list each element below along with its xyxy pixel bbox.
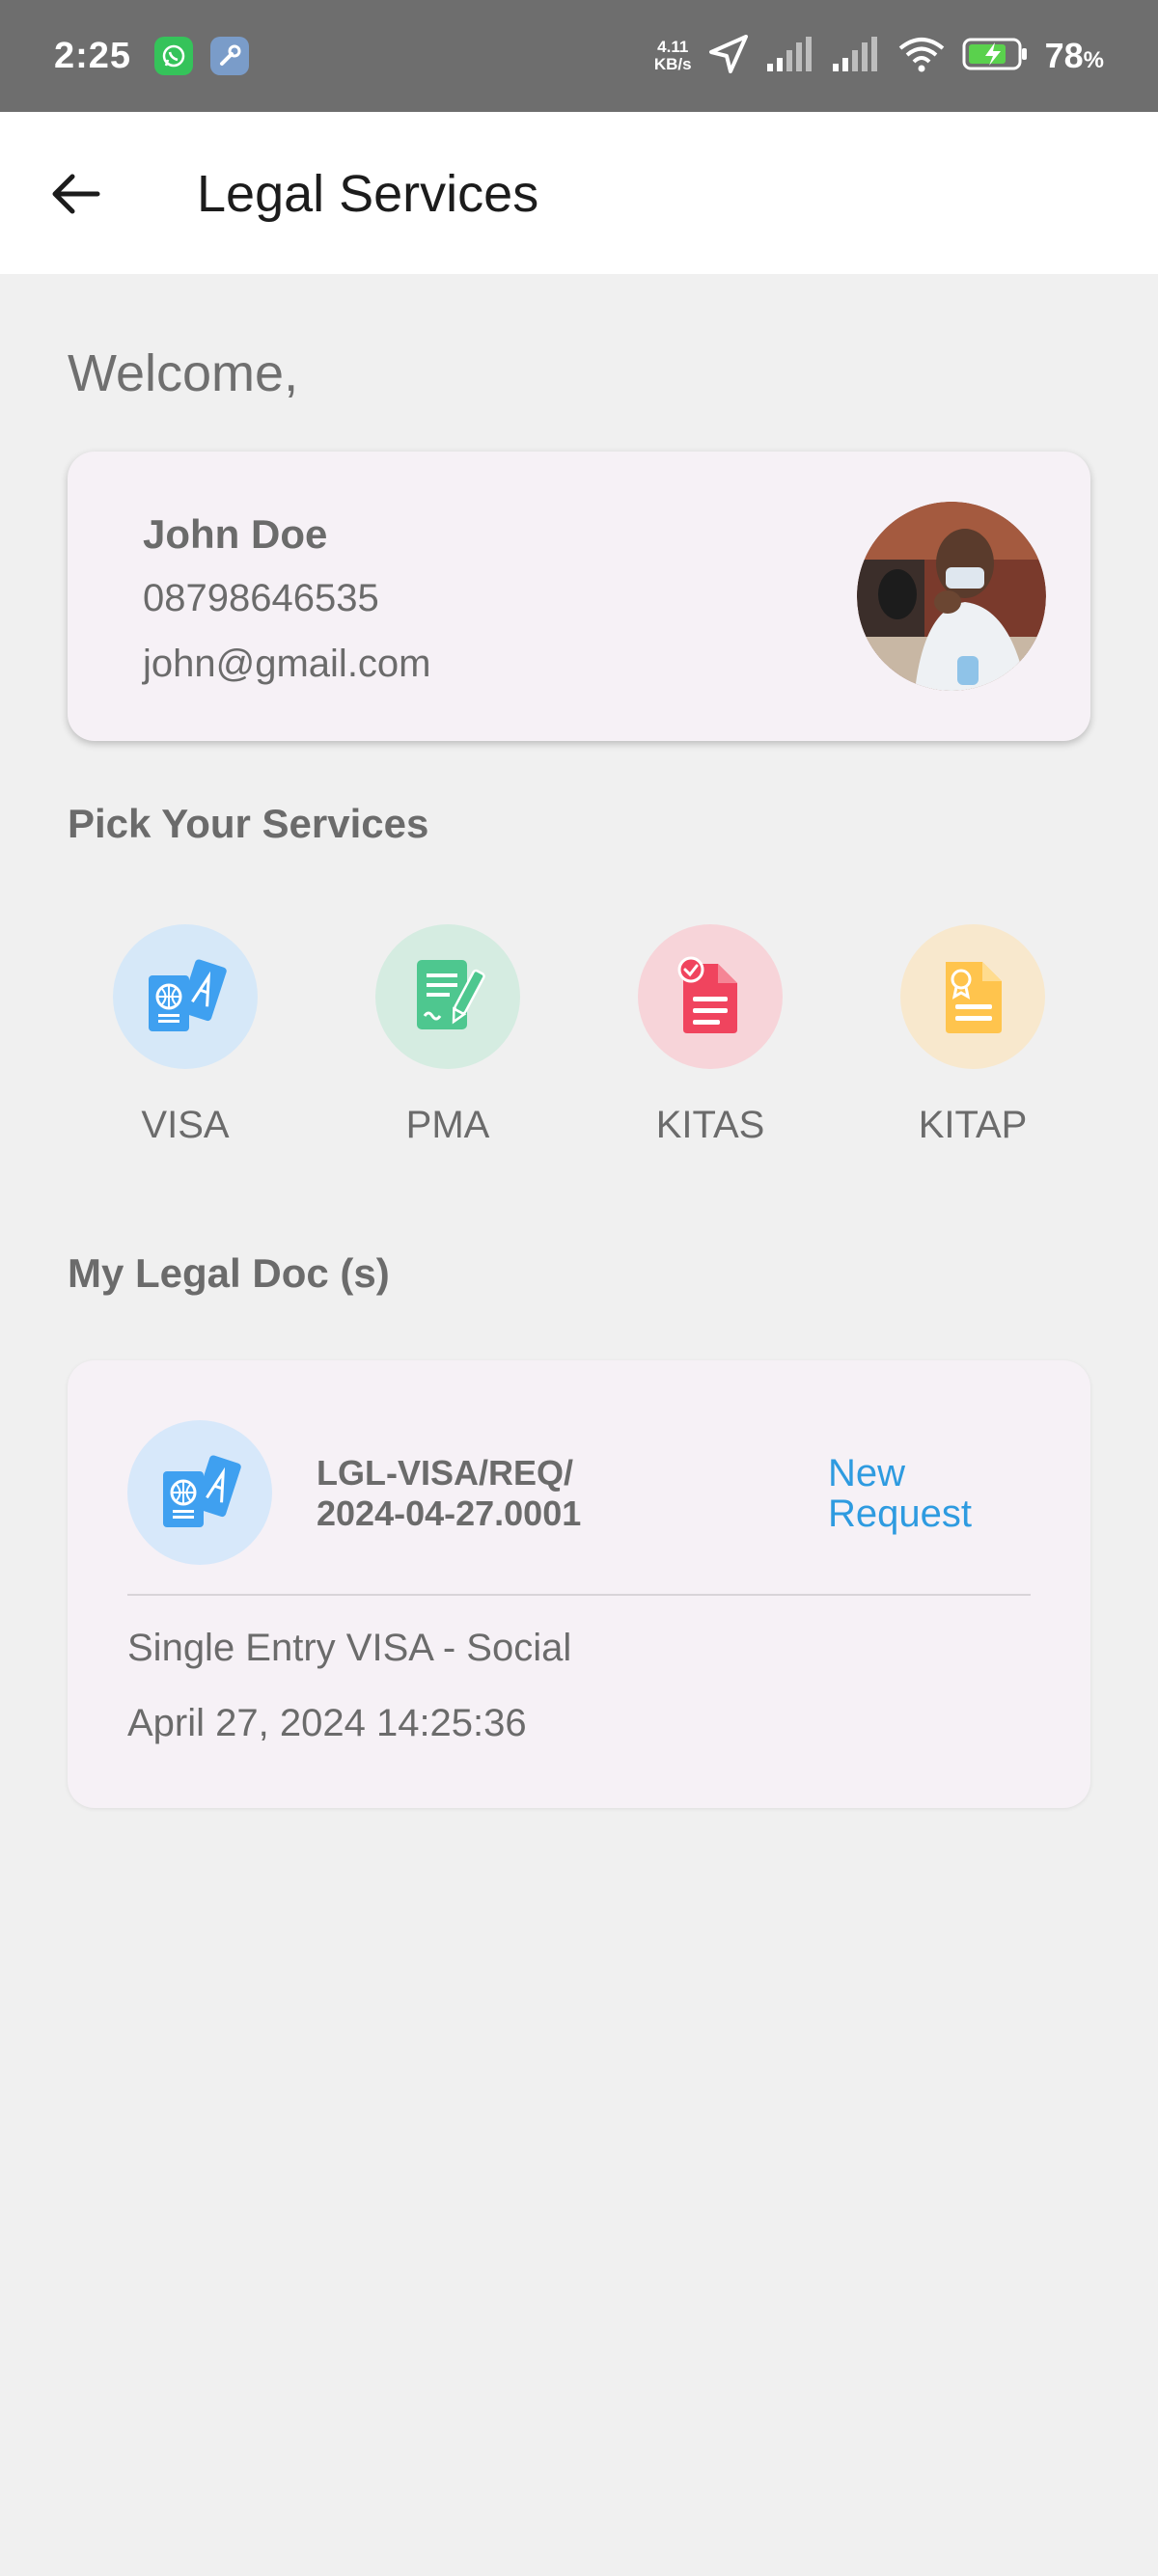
service-kitas[interactable]: KITAS xyxy=(623,924,797,1156)
profile-name: John Doe xyxy=(143,511,328,557)
service-kitas-circle xyxy=(638,924,783,1069)
welcome-heading: Welcome, xyxy=(68,344,299,402)
service-pma-label: PMA xyxy=(405,1104,490,1146)
profile-card: John Doe 08798646535 john@gmail.com xyxy=(68,452,1090,741)
legal-doc-icon xyxy=(127,1420,272,1565)
passport-icon xyxy=(163,1455,241,1527)
service-kitap-circle xyxy=(900,924,1045,1069)
certificate-icon xyxy=(946,962,1002,1033)
profile-phone: 08798646535 xyxy=(143,577,379,619)
legal-doc-id-line1: LGL-VISA/REQ/ xyxy=(317,1453,574,1493)
network-speed-value: 4.11 xyxy=(657,38,689,56)
service-kitas-label: KITAS xyxy=(655,1104,765,1146)
battery-percent-value: 78 xyxy=(1044,36,1084,75)
battery-icon xyxy=(962,37,1030,76)
network-speed-unit: KB/s xyxy=(653,55,692,73)
battery-percent-symbol: % xyxy=(1083,47,1104,73)
service-kitap-label: KITAP xyxy=(918,1104,1028,1146)
status-bar: 2:25 4.11 KB/s 78% xyxy=(0,0,1158,112)
avatar[interactable] xyxy=(857,502,1046,691)
legal-doc-status-line2: Request xyxy=(828,1493,972,1535)
legal-doc-status-line1: New xyxy=(828,1452,906,1494)
signal-icon xyxy=(765,35,815,78)
docs-section-title: My Legal Doc (s) xyxy=(68,1250,390,1296)
divider xyxy=(127,1594,1031,1596)
legal-doc-id-line2: 2024-04-27.0001 xyxy=(317,1494,582,1533)
legal-doc-type: Single Entry VISA - Social xyxy=(127,1627,572,1669)
document-check-icon xyxy=(677,956,737,1033)
legal-doc-card[interactable]: LGL-VISA/REQ/ 2024-04-27.0001 New Reques… xyxy=(68,1360,1090,1808)
service-pma-circle xyxy=(375,924,520,1069)
service-visa-circle xyxy=(113,924,258,1069)
signal-icon-2 xyxy=(831,35,881,78)
status-time: 2:25 xyxy=(54,35,132,76)
arrow-left-icon xyxy=(52,174,100,214)
wrench-icon xyxy=(210,37,250,75)
wifi-icon xyxy=(896,35,947,78)
back-button[interactable] xyxy=(42,160,110,228)
location-icon xyxy=(707,33,750,80)
page-title: Legal Services xyxy=(197,165,539,223)
legal-doc-date: April 27, 2024 14:25:36 xyxy=(127,1702,527,1744)
battery-percent: 78% xyxy=(1045,36,1104,76)
services-section-title: Pick Your Services xyxy=(68,801,429,846)
profile-email: john@gmail.com xyxy=(143,643,431,685)
whatsapp-icon xyxy=(154,37,194,75)
legal-doc-id: LGL-VISA/REQ/ 2024-04-27.0001 xyxy=(317,1453,581,1534)
service-visa[interactable]: VISA xyxy=(98,924,272,1156)
service-pma[interactable]: PMA xyxy=(361,924,535,1156)
app-bar: Legal Services xyxy=(0,112,1158,274)
service-kitap[interactable]: KITAP xyxy=(886,924,1060,1156)
service-visa-label: VISA xyxy=(141,1104,230,1146)
legal-doc-status: New Request xyxy=(828,1453,972,1534)
contract-icon xyxy=(417,960,485,1029)
network-speed: 4.11 KB/s xyxy=(654,39,692,73)
passport-icon xyxy=(149,959,227,1031)
